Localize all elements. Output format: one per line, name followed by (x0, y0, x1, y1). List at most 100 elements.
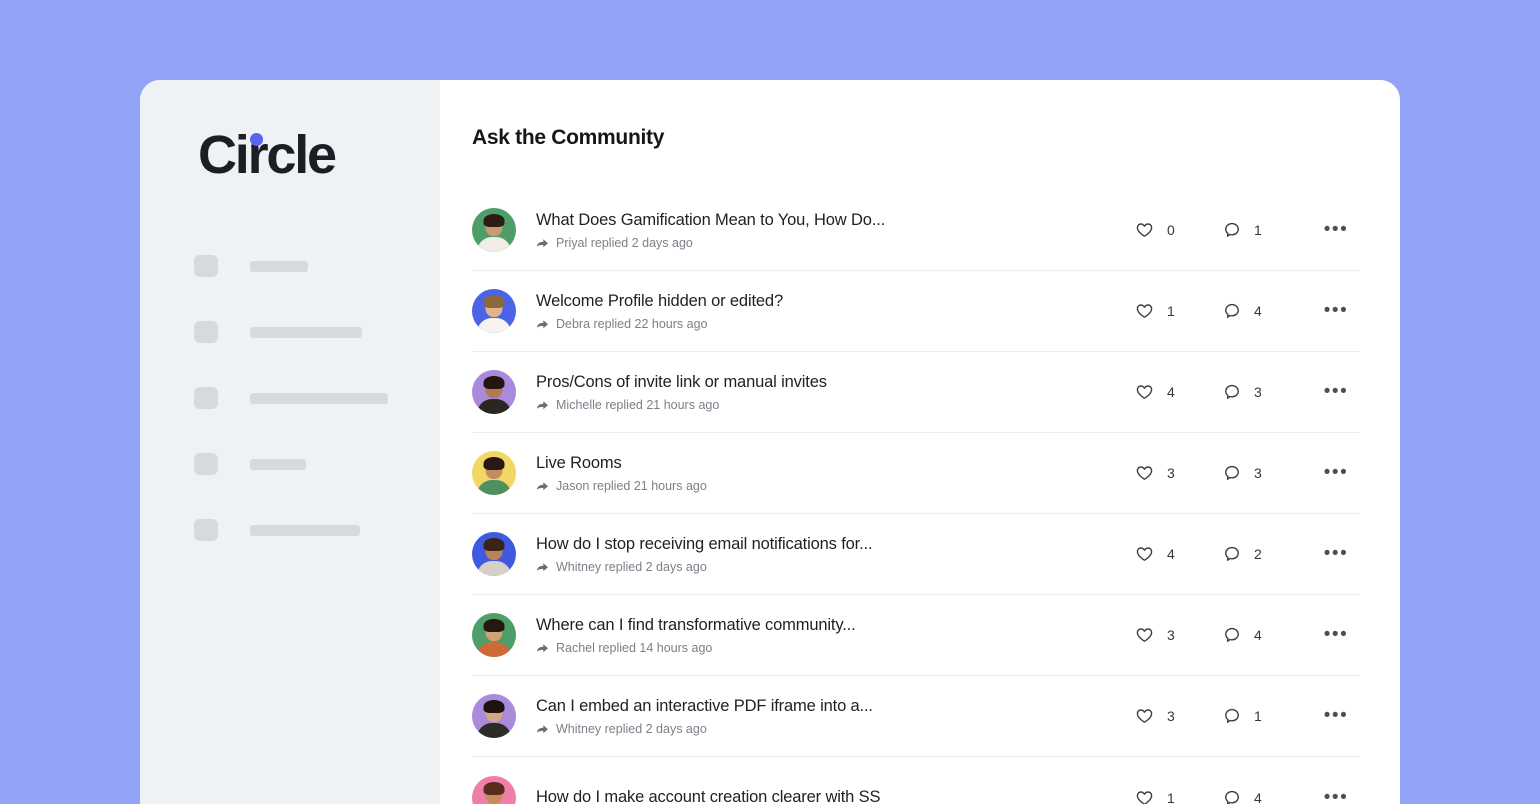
avatar-hair (483, 457, 505, 470)
post-meta: Michelle replied 21 hours ago (536, 398, 1136, 412)
post-meta: Whitney replied 2 days ago (536, 722, 1136, 736)
like-button[interactable]: 1 (1136, 303, 1224, 319)
comment-icon (1224, 627, 1247, 643)
post-row[interactable]: Can I embed an interactive PDF iframe in… (472, 676, 1360, 757)
like-count: 0 (1167, 222, 1175, 238)
heart-icon (1136, 790, 1160, 804)
post-title[interactable]: Live Rooms (536, 453, 1136, 474)
avatar[interactable] (472, 613, 516, 657)
like-button[interactable]: 3 (1136, 627, 1224, 643)
post-row[interactable]: How do I stop receiving email notificati… (472, 514, 1360, 595)
more-options-icon[interactable]: ••• (1312, 382, 1360, 401)
avatar[interactable] (472, 451, 516, 495)
heart-icon (1136, 384, 1160, 400)
post-meta: Priyal replied 2 days ago (536, 236, 1136, 250)
comment-button[interactable]: 1 (1224, 222, 1312, 238)
comment-count: 4 (1254, 627, 1262, 643)
comment-count: 4 (1254, 789, 1262, 804)
post-meta-text: Jason replied 21 hours ago (556, 479, 707, 494)
like-count: 4 (1167, 384, 1175, 400)
more-options-icon[interactable]: ••• (1312, 220, 1360, 239)
comment-icon (1224, 790, 1247, 804)
post-meta-text: Rachel replied 14 hours ago (556, 641, 713, 656)
like-count: 3 (1167, 627, 1175, 643)
post-meta-text: Whitney replied 2 days ago (556, 722, 707, 737)
post-row[interactable]: Pros/Cons of invite link or manual invit… (472, 352, 1360, 433)
like-button[interactable]: 4 (1136, 384, 1224, 400)
more-options-icon[interactable]: ••• (1312, 301, 1360, 320)
avatar[interactable] (472, 775, 516, 804)
post-meta: Whitney replied 2 days ago (536, 560, 1136, 574)
like-button[interactable]: 1 (1136, 790, 1224, 804)
comment-button[interactable]: 3 (1224, 465, 1312, 481)
comment-icon (1224, 303, 1247, 319)
more-options-icon[interactable]: ••• (1312, 706, 1360, 725)
post-meta-text: Priyal replied 2 days ago (556, 236, 693, 251)
post-meta-text: Michelle replied 21 hours ago (556, 398, 720, 413)
avatar-hair (483, 376, 505, 389)
reply-arrow-icon (536, 724, 549, 735)
avatar-body (477, 723, 511, 738)
avatar[interactable] (472, 208, 516, 252)
avatar-hair (483, 700, 505, 713)
avatar[interactable] (472, 289, 516, 333)
more-options-icon[interactable]: ••• (1312, 625, 1360, 644)
comment-button[interactable]: 4 (1224, 790, 1312, 804)
avatar-hair (483, 295, 505, 308)
like-button[interactable]: 4 (1136, 546, 1224, 562)
sidebar-skeleton-label (250, 458, 306, 470)
post-row[interactable]: Live Rooms Jason replied 21 hours ago 3 3 ••… (472, 433, 1360, 514)
like-button[interactable]: 3 (1136, 465, 1224, 481)
post-title[interactable]: Pros/Cons of invite link or manual invit… (536, 372, 1136, 393)
post-stats: 1 4 ••• (1136, 301, 1360, 320)
comment-button[interactable]: 2 (1224, 546, 1312, 562)
sidebar-skeleton-list (194, 255, 424, 585)
post-meta: Rachel replied 14 hours ago (536, 641, 1136, 655)
comment-icon (1224, 384, 1247, 400)
sidebar-skeleton-icon (194, 519, 218, 541)
comment-icon (1224, 546, 1247, 562)
comment-button[interactable]: 1 (1224, 708, 1312, 724)
sidebar-skeleton-item[interactable] (194, 519, 424, 541)
post-row[interactable]: How do I make account creation clearer w… (472, 757, 1360, 804)
more-options-icon[interactable]: ••• (1312, 463, 1360, 482)
sidebar-skeleton-item[interactable] (194, 387, 424, 409)
like-count: 4 (1167, 546, 1175, 562)
post-title[interactable]: Can I embed an interactive PDF iframe in… (536, 696, 1136, 717)
post-row[interactable]: Where can I find transformative communit… (472, 595, 1360, 676)
main-content: Ask the Community What Does Gamification… (440, 80, 1400, 804)
sidebar-skeleton-item[interactable] (194, 255, 424, 277)
comment-count: 3 (1254, 384, 1262, 400)
avatar[interactable] (472, 532, 516, 576)
post-title[interactable]: Where can I find transformative communit… (536, 615, 1136, 636)
post-title[interactable]: How do I make account creation clearer w… (536, 787, 1136, 804)
like-button[interactable]: 3 (1136, 708, 1224, 724)
avatar-hair (483, 538, 505, 551)
post-title[interactable]: How do I stop receiving email notificati… (536, 534, 1136, 555)
avatar[interactable] (472, 370, 516, 414)
post-meta: Jason replied 21 hours ago (536, 479, 1136, 493)
sidebar-skeleton-icon (194, 387, 218, 409)
comment-icon (1224, 708, 1247, 724)
sidebar-skeleton-icon (194, 255, 218, 277)
post-row[interactable]: What Does Gamification Mean to You, How … (472, 190, 1360, 271)
circle-logo[interactable]: Circle (198, 128, 337, 182)
sidebar-skeleton-item[interactable] (194, 453, 424, 475)
comment-button[interactable]: 4 (1224, 303, 1312, 319)
avatar-body (477, 237, 511, 252)
comment-button[interactable]: 4 (1224, 627, 1312, 643)
post-title[interactable]: Welcome Profile hidden or edited? (536, 291, 1136, 312)
post-text-block: How do I make account creation clearer w… (536, 787, 1136, 804)
like-button[interactable]: 0 (1136, 222, 1224, 238)
more-options-icon[interactable]: ••• (1312, 788, 1360, 804)
page-title: Ask the Community (472, 126, 665, 149)
post-row[interactable]: Welcome Profile hidden or edited? Debra r… (472, 271, 1360, 352)
more-options-icon[interactable]: ••• (1312, 544, 1360, 563)
avatar-body (477, 561, 511, 576)
heart-icon (1136, 303, 1160, 319)
post-title[interactable]: What Does Gamification Mean to You, How … (536, 210, 1136, 231)
avatar[interactable] (472, 694, 516, 738)
sidebar-skeleton-item[interactable] (194, 321, 424, 343)
comment-button[interactable]: 3 (1224, 384, 1312, 400)
post-text-block: What Does Gamification Mean to You, How … (536, 210, 1136, 251)
